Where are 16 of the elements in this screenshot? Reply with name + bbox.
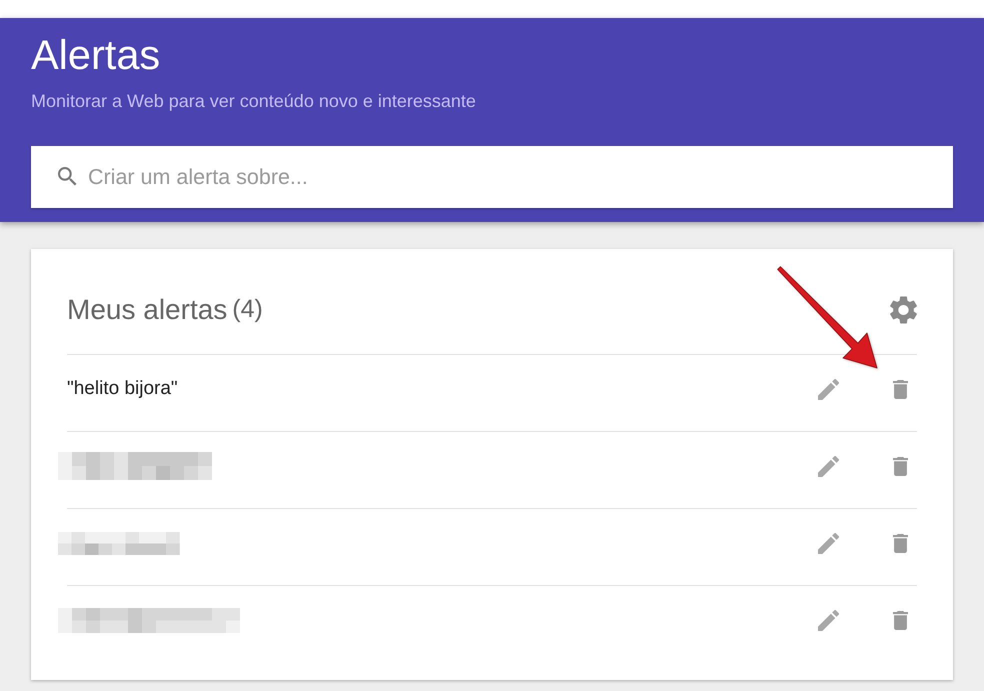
pencil-icon[interactable]: [818, 378, 839, 400]
trash-icon[interactable]: [893, 380, 908, 398]
alert-query[interactable]: "helito bijora": [67, 378, 178, 400]
trash-icon[interactable]: [893, 456, 908, 476]
pencil-icon[interactable]: [818, 610, 839, 630]
page-title: Alertas: [31, 32, 160, 78]
search-field[interactable]: Criar um alerta sobre...: [31, 146, 953, 208]
trash-icon[interactable]: [893, 534, 908, 552]
search-icon: [58, 167, 77, 186]
settings-icon[interactable]: [890, 296, 917, 324]
section-title: Meus alertas: [67, 294, 228, 326]
page-subtitle: Monitorar a Web para ver conteúdo novo e interessante: [31, 91, 476, 112]
pencil-icon[interactable]: [818, 532, 839, 554]
trash-icon[interactable]: [893, 610, 908, 630]
pencil-icon[interactable]: [818, 456, 839, 476]
alert-count: (4): [232, 295, 263, 324]
